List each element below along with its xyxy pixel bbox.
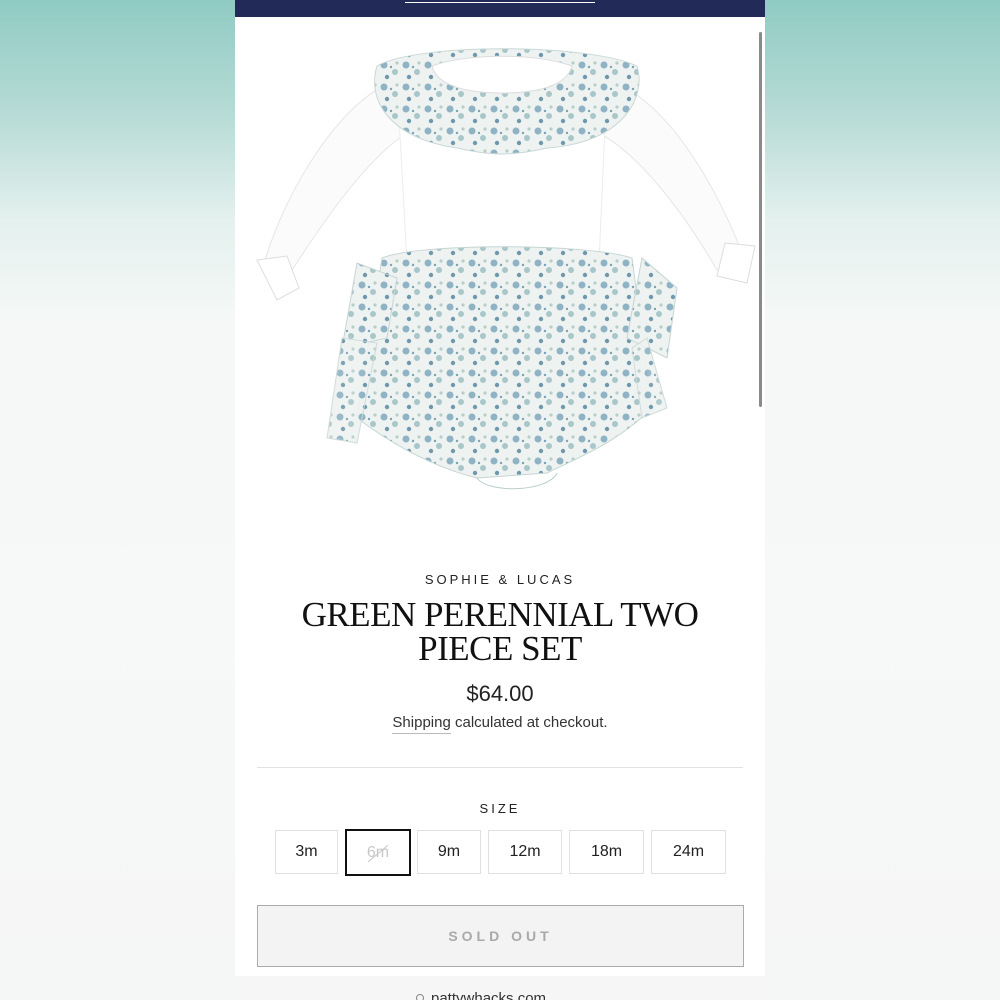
sold-out-button[interactable]: SOLD OUT [257, 905, 744, 967]
footer-url[interactable]: pattywhacks.com [414, 990, 547, 1000]
size-option-label: 18m [590, 843, 623, 860]
size-option-label: 12m [509, 843, 541, 860]
size-option-label: 6m [366, 843, 390, 861]
product-title: GREEN PERENNIAL TWO PIECE SET [301, 595, 699, 668]
size-option-6m[interactable]: 6m [345, 829, 411, 876]
size-option-18m[interactable]: 18m [569, 830, 644, 874]
size-option-12m[interactable]: 12m [488, 830, 562, 874]
size-option-3m[interactable]: 3m [275, 830, 338, 874]
divider [257, 767, 743, 768]
shipping-link[interactable]: Shipping [392, 714, 451, 734]
scrollbar[interactable] [759, 32, 762, 407]
product-vendor: SOPHIE & LUCAS [424, 572, 576, 587]
size-label: SIZE [479, 801, 521, 816]
size-option-label: 24m [672, 843, 705, 860]
size-option-24m[interactable]: 24m [651, 830, 726, 874]
product-page: SOPHIE & LUCAS GREEN PERENNIAL TWO PIECE… [235, 0, 765, 1000]
product-price: $64.00 [466, 681, 534, 706]
footer-url-text: pattywhacks.com [431, 990, 547, 1000]
size-option-9m[interactable]: 9m [417, 830, 481, 874]
size-option-label: 9m [437, 843, 461, 860]
product-image[interactable] [247, 38, 757, 508]
announcement-link[interactable] [405, 0, 595, 3]
size-option-label: 3m [295, 843, 318, 860]
shipping-note-text: calculated at checkout. [450, 714, 608, 731]
announcement-bar[interactable] [235, 0, 765, 17]
shipping-note: Shipping calculated at checkout. [235, 714, 765, 734]
